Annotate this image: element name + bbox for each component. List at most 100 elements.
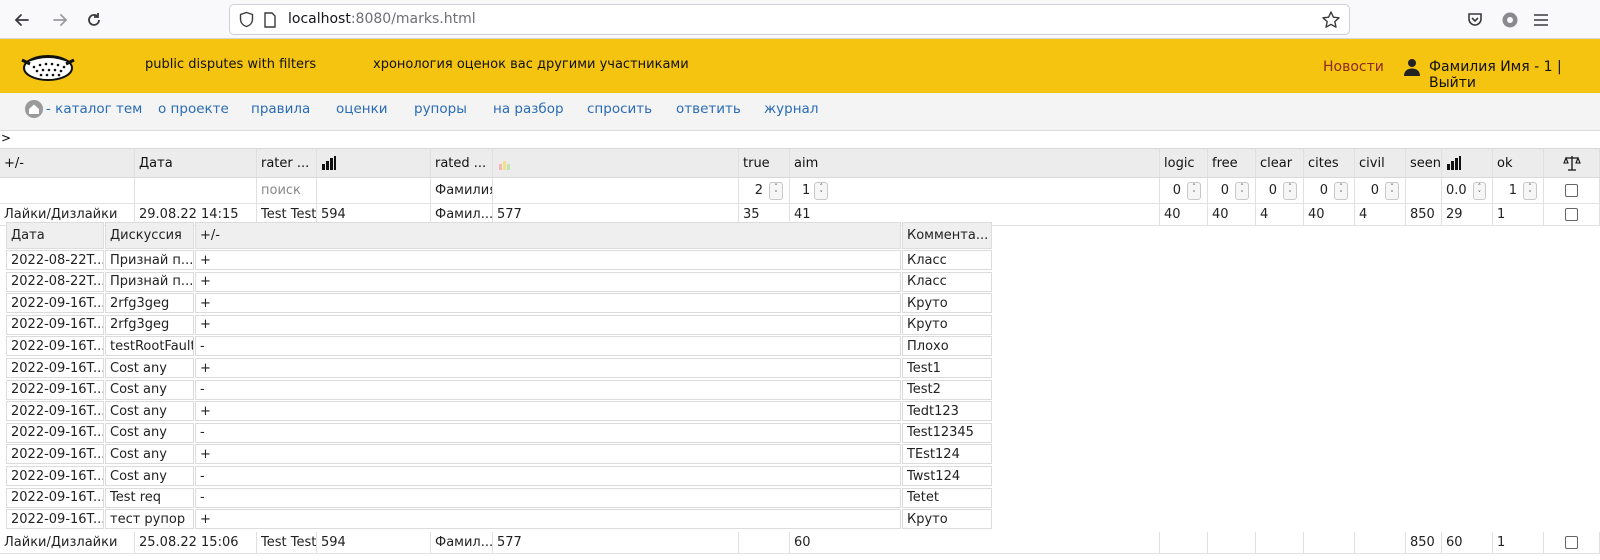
filter-civil-stepper[interactable]: 0 ˄ ˅	[1355, 178, 1406, 203]
col-cites[interactable]: cites	[1304, 149, 1355, 177]
spin-icon[interactable]: ˄ ˅	[1385, 181, 1399, 200]
filter-free-stepper[interactable]: 0 ˄ ˅	[1208, 178, 1256, 203]
detail-cell-plusminus: -	[195, 422, 901, 443]
col-true[interactable]: true	[739, 149, 790, 177]
filter-true-stepper[interactable]: 2 ˄ ˅	[739, 178, 790, 203]
nav-catalog[interactable]: - каталог тем	[46, 101, 142, 117]
nav-about[interactable]: о проекте	[158, 101, 229, 117]
detail-col-comment[interactable]: Коммента...	[902, 222, 992, 249]
filter-aim-stepper[interactable]: 1 ˄ ˅	[790, 178, 1160, 203]
detail-cell-discussion[interactable]: Cost any	[105, 444, 194, 465]
cell-rated[interactable]: Фамил...	[431, 532, 493, 553]
detail-col-date[interactable]: Дата	[6, 222, 104, 249]
col-rater-score[interactable]	[317, 149, 431, 177]
col-ok[interactable]: ok	[1493, 149, 1544, 177]
col-select[interactable]	[1544, 149, 1600, 177]
spin-icon[interactable]: ˄ ˅	[1334, 181, 1348, 200]
detail-cell-comment: Twst124	[902, 466, 992, 486]
filter-rated-input[interactable]: Фамилия	[431, 178, 493, 203]
detail-cell-discussion[interactable]: 2rfg3geg	[105, 314, 194, 335]
nav-megaphones[interactable]: рупоры	[414, 101, 467, 117]
hamburger-icon[interactable]	[1530, 9, 1552, 31]
colander-logo[interactable]	[20, 48, 76, 84]
reload-icon[interactable]	[80, 6, 108, 34]
table-row[interactable]: Лайки/Дизлайки 25.08.22 15:06 Test Test …	[0, 532, 1600, 554]
spin-icon[interactable]: ˄ ˅	[1472, 181, 1486, 200]
spin-icon[interactable]: ˄ ˅	[1523, 181, 1537, 200]
select-all-checkbox[interactable]	[1565, 184, 1578, 197]
detail-cell-discussion[interactable]: Признай п...	[105, 271, 194, 292]
chronology-link[interactable]: хронология оценок вас другими участникам…	[373, 57, 689, 72]
col-rated-score[interactable]	[493, 149, 739, 177]
col-seen-score[interactable]	[1442, 149, 1493, 177]
col-logic[interactable]: logic	[1160, 149, 1208, 177]
spin-icon[interactable]: ˄ ˅	[814, 181, 829, 200]
filter-rater-score[interactable]	[317, 178, 431, 203]
shield-icon[interactable]	[238, 11, 255, 28]
col-civil[interactable]: civil	[1355, 149, 1406, 177]
forward-arrow-icon[interactable]	[46, 6, 74, 34]
col-date[interactable]: Дата	[135, 149, 257, 177]
col-rated[interactable]: rated ...	[431, 149, 493, 177]
row-checkbox[interactable]	[1565, 536, 1578, 549]
detail-cell-discussion[interactable]: Cost any	[105, 466, 194, 486]
filter-clear-stepper[interactable]: 0 ˄ ˅	[1256, 178, 1304, 203]
filter-plusminus[interactable]	[0, 178, 135, 203]
cell-select[interactable]	[1544, 204, 1600, 225]
detail-cell-discussion[interactable]: 2rfg3geg	[105, 293, 194, 314]
col-rater[interactable]: rater ...	[257, 149, 317, 177]
user-logout-link[interactable]: Фамилия Имя - 1 | Выйти	[1429, 59, 1600, 91]
public-disputes-link[interactable]: public disputes with filters	[145, 57, 316, 72]
nav-rules[interactable]: правила	[251, 101, 310, 117]
filter-seen[interactable]	[1406, 178, 1442, 203]
row-checkbox[interactable]	[1565, 208, 1578, 221]
pocket-icon[interactable]	[1464, 9, 1486, 31]
spin-icon[interactable]: ˄ ˅	[1283, 181, 1297, 200]
nav-review[interactable]: на разбор	[493, 101, 564, 117]
filter-rated-score[interactable]	[493, 178, 739, 203]
col-seen[interactable]: seen	[1406, 149, 1442, 177]
gear-icon[interactable]	[1499, 9, 1521, 31]
news-link[interactable]: Новости	[1323, 59, 1384, 75]
filter-cites-stepper[interactable]: 0 ˄ ˅	[1304, 178, 1355, 203]
back-arrow-icon[interactable]	[8, 6, 36, 34]
detail-col-plusminus[interactable]: +/-	[195, 222, 901, 249]
detail-cell-discussion[interactable]: Cost any	[105, 422, 194, 443]
url-text[interactable]: localhost:8080/marks.html	[288, 11, 476, 27]
col-plusminus[interactable]: +/-	[0, 149, 135, 177]
cell-rater[interactable]: Test Test	[257, 532, 317, 553]
spin-icon[interactable]: ˄ ˅	[1187, 181, 1201, 200]
nav-journal[interactable]: журнал	[764, 101, 818, 117]
detail-col-discussion[interactable]: Дискуссия	[105, 222, 194, 249]
col-clear[interactable]: clear	[1256, 149, 1304, 177]
detail-cell-discussion[interactable]: Cost any	[105, 401, 194, 422]
filter-seen-score-stepper[interactable]: 0.0 ˄ ˅	[1442, 178, 1493, 203]
spin-icon[interactable]: ˄ ˅	[769, 181, 783, 200]
spin-icon[interactable]: ˄ ˅	[1235, 181, 1249, 200]
detail-cell-discussion[interactable]: тест рупор	[105, 509, 194, 530]
nav-answer[interactable]: ответить	[676, 101, 741, 117]
detail-cell-discussion[interactable]: Test req	[105, 487, 194, 508]
filter-date[interactable]	[135, 178, 257, 203]
detail-cell-discussion[interactable]: testRootFault	[105, 336, 194, 357]
detail-cell-discussion[interactable]: Cost any	[105, 379, 194, 400]
star-icon[interactable]	[1321, 10, 1341, 30]
detail-cell-discussion[interactable]: Cost any	[105, 358, 194, 378]
cell-seen: 850	[1406, 204, 1442, 225]
detail-cell-comment: Tetet	[902, 487, 992, 508]
nav-ratings[interactable]: оценки	[336, 101, 388, 117]
filter-select-all[interactable]	[1544, 178, 1600, 203]
filter-rater-input[interactable]: поиск	[257, 178, 317, 203]
detail-cell-comment: Круто	[902, 293, 992, 314]
col-aim[interactable]: aim	[790, 149, 1160, 177]
cell-select[interactable]	[1544, 532, 1600, 553]
detail-cell-discussion[interactable]: Признай п...	[105, 250, 194, 270]
address-bar[interactable]: localhost:8080/marks.html	[229, 4, 1350, 35]
filter-logic-stepper[interactable]: 0 ˄ ˅	[1160, 178, 1208, 203]
user-icon	[1404, 59, 1420, 76]
nav-ask[interactable]: спросить	[587, 101, 652, 117]
col-free[interactable]: free	[1208, 149, 1256, 177]
detail-cell-plusminus: +	[195, 314, 901, 335]
filter-ok-stepper[interactable]: 1 ˄ ˅	[1493, 178, 1544, 203]
home-icon[interactable]	[24, 99, 44, 119]
